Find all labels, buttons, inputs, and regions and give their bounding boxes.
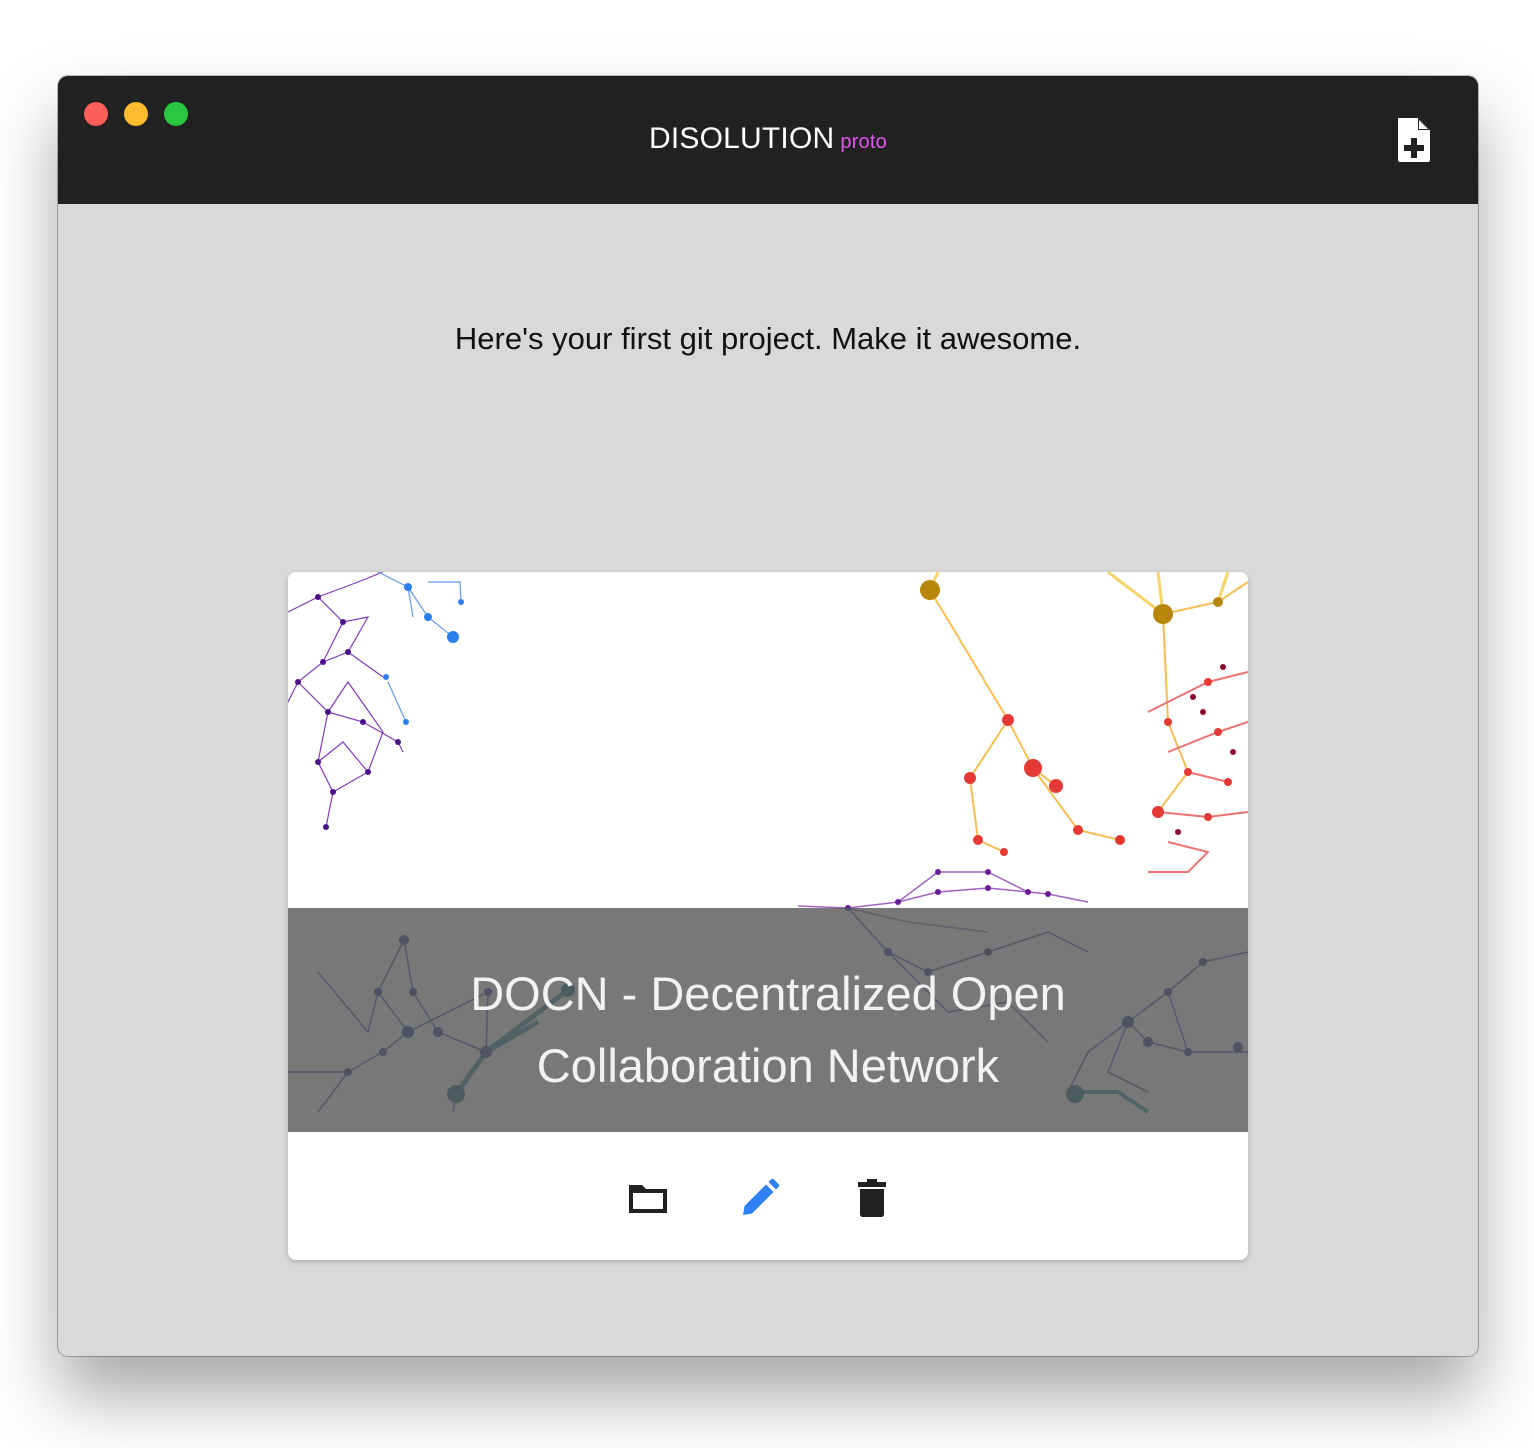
folder-icon [629,1185,667,1213]
welcome-message: Here's your first git project. Make it a… [454,321,1082,356]
trash-icon [858,1179,886,1217]
card-actions [288,1132,1248,1260]
new-file-icon [1398,118,1430,162]
main-content: Here's your first git project. Make it a… [58,204,1478,1356]
app-name: DISOLUTION [649,122,835,155]
open-folder-button[interactable] [626,1176,670,1220]
app-title: DISOLUTION proto [58,122,1478,156]
app-tag: proto [840,131,887,153]
project-title-line-1: DOCN - Decentralized Open [470,967,1066,1020]
pencil-icon [743,1178,780,1215]
project-title[interactable]: DOCN - Decentralized Open Collaboration … [408,958,1128,1102]
edit-project-button[interactable] [738,1176,782,1220]
title-bar: DISOLUTION proto [58,76,1478,204]
app-window: DISOLUTION proto Here's your first git pr… [58,76,1478,1356]
delete-project-button[interactable] [850,1176,894,1220]
project-card[interactable]: DOCN - Decentralized Open Collaboration … [288,572,1248,1260]
new-project-button[interactable] [1394,116,1434,164]
project-title-line-2: Collaboration Network [536,1039,1000,1092]
